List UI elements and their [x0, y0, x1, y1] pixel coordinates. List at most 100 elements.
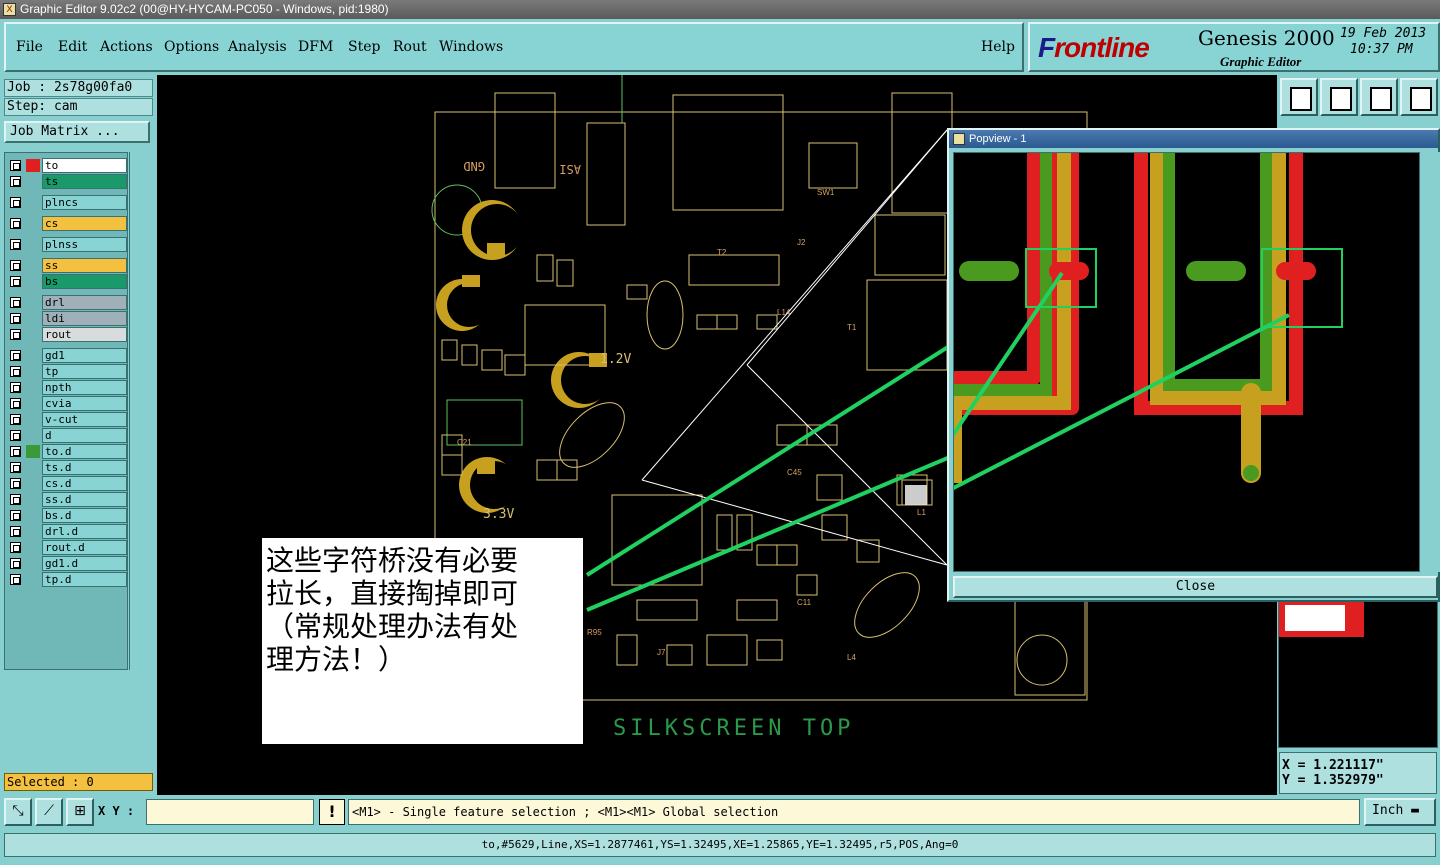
layer-row-npth[interactable]: npth — [5, 380, 129, 395]
layer-name[interactable]: bs — [42, 274, 127, 289]
layer-name[interactable]: tp.d — [42, 572, 127, 587]
layer-row-plncs[interactable]: plncs — [5, 195, 129, 210]
layer-name[interactable]: bs.d — [42, 508, 127, 523]
layer-row-v-cut[interactable]: v-cut — [5, 412, 129, 427]
home-icon[interactable] — [1360, 78, 1398, 116]
layer-checkbox[interactable] — [10, 398, 21, 409]
layer-row-cs-d[interactable]: cs.d — [5, 476, 129, 491]
layer-checkbox[interactable] — [10, 526, 21, 537]
layer-row-ldi[interactable]: ldi — [5, 311, 129, 326]
layer-checkbox[interactable] — [10, 574, 21, 585]
layer-checkbox[interactable] — [10, 276, 21, 287]
layer-checkbox[interactable] — [10, 366, 21, 377]
layer-row-cs[interactable]: cs — [5, 216, 129, 231]
layer-name[interactable]: v-cut — [42, 412, 127, 427]
layer-color-swatch[interactable] — [26, 312, 40, 325]
layer-checkbox[interactable] — [10, 462, 21, 473]
xy-input[interactable] — [146, 799, 314, 825]
layer-row-drl-d[interactable]: drl.d — [5, 524, 129, 539]
layer-checkbox[interactable] — [10, 430, 21, 441]
menu-options[interactable]: Options — [164, 39, 219, 55]
layer-color-swatch[interactable] — [26, 413, 40, 426]
menu-analysis[interactable]: Analysis — [228, 39, 287, 55]
layer-row-to-d[interactable]: to.d — [5, 444, 129, 459]
layer-color-swatch[interactable] — [26, 381, 40, 394]
layer-checkbox[interactable] — [10, 160, 21, 171]
menu-file[interactable]: File — [16, 39, 43, 55]
layer-row-cvia[interactable]: cvia — [5, 396, 129, 411]
layer-row-tp-d[interactable]: tp.d — [5, 572, 129, 587]
layer-row-rout-d[interactable]: rout.d — [5, 540, 129, 555]
layer-name[interactable]: cs — [42, 216, 127, 231]
layer-name[interactable]: ldi — [42, 311, 127, 326]
layer-color-swatch[interactable] — [26, 296, 40, 309]
layer-name[interactable]: npth — [42, 380, 127, 395]
layer-name[interactable]: plncs — [42, 195, 127, 210]
layer-name[interactable]: ts — [42, 174, 127, 189]
layer-checkbox[interactable] — [10, 478, 21, 489]
layer-row-drl[interactable]: drl — [5, 295, 129, 310]
layer-row-to[interactable]: to — [5, 158, 129, 173]
layer-row-d[interactable]: d — [5, 428, 129, 443]
layer-checkbox[interactable] — [10, 350, 21, 361]
menu-edit[interactable]: Edit — [58, 39, 87, 55]
layer-checkbox[interactable] — [10, 382, 21, 393]
layer-checkbox[interactable] — [10, 197, 21, 208]
measure-icon[interactable]: ⟋ — [35, 798, 63, 826]
warning-icon[interactable]: ! — [319, 799, 345, 825]
layer-name[interactable]: rout.d — [42, 540, 127, 555]
layer-name[interactable]: rout — [42, 327, 127, 342]
layer-row-gd1[interactable]: gd1 — [5, 348, 129, 363]
layer-checkbox[interactable] — [10, 313, 21, 324]
grid-icon[interactable]: ⊞ — [66, 798, 94, 826]
menu-windows[interactable]: Windows — [439, 39, 503, 55]
layer-color-swatch[interactable] — [26, 196, 40, 209]
unit-selector[interactable]: Inch ▬ — [1364, 798, 1436, 826]
layer-name[interactable]: to.d — [42, 444, 127, 459]
layer-color-swatch[interactable] — [26, 349, 40, 362]
layer-name[interactable]: plnss — [42, 237, 127, 252]
layer-color-swatch[interactable] — [26, 397, 40, 410]
layer-checkbox[interactable] — [10, 176, 21, 187]
layer-color-swatch[interactable] — [26, 275, 40, 288]
layer-checkbox[interactable] — [10, 218, 21, 229]
layer-checkbox[interactable] — [10, 414, 21, 425]
layer-name[interactable]: ts.d — [42, 460, 127, 475]
layer-row-ss-d[interactable]: ss.d — [5, 492, 129, 507]
job-matrix-button[interactable]: Job Matrix ... — [4, 121, 150, 143]
layer-checkbox[interactable] — [10, 239, 21, 250]
layer-color-swatch[interactable] — [26, 429, 40, 442]
layer-checkbox[interactable] — [10, 329, 21, 340]
layer-color-swatch[interactable] — [26, 445, 40, 458]
layer-checkbox[interactable] — [10, 260, 21, 271]
layer-row-plnss[interactable]: plnss — [5, 237, 129, 252]
layer-row-ss[interactable]: ss — [5, 258, 129, 273]
layer-color-swatch[interactable] — [26, 541, 40, 554]
layer-name[interactable]: ss.d — [42, 492, 127, 507]
layer-row-ts-d[interactable]: ts.d — [5, 460, 129, 475]
window-icon[interactable] — [1400, 78, 1438, 116]
overview-map[interactable] — [1278, 600, 1438, 748]
layer-color-swatch[interactable] — [26, 159, 40, 172]
layer-name[interactable]: ss — [42, 258, 127, 273]
layer-color-swatch[interactable] — [26, 365, 40, 378]
layer-row-bs-d[interactable]: bs.d — [5, 508, 129, 523]
layer-name[interactable]: cs.d — [42, 476, 127, 491]
menu-step[interactable]: Step — [348, 39, 380, 55]
layer-row-gd1-d[interactable]: gd1.d — [5, 556, 129, 571]
layer-checkbox[interactable] — [10, 558, 21, 569]
layer-color-swatch[interactable] — [26, 461, 40, 474]
layer-color-swatch[interactable] — [26, 217, 40, 230]
layer-name[interactable]: tp — [42, 364, 127, 379]
layer-color-swatch[interactable] — [26, 557, 40, 570]
layer-row-tp[interactable]: tp — [5, 364, 129, 379]
menu-dfm[interactable]: DFM — [298, 39, 333, 55]
layer-color-swatch[interactable] — [26, 525, 40, 538]
popview-canvas[interactable] — [953, 152, 1420, 572]
layer-row-bs[interactable]: bs — [5, 274, 129, 289]
layer-color-swatch[interactable] — [26, 477, 40, 490]
popview-toolbar[interactable] — [1423, 152, 1440, 572]
menu-rout[interactable]: Rout — [393, 39, 427, 55]
layer-color-swatch[interactable] — [26, 573, 40, 586]
layer-name[interactable]: gd1 — [42, 348, 127, 363]
